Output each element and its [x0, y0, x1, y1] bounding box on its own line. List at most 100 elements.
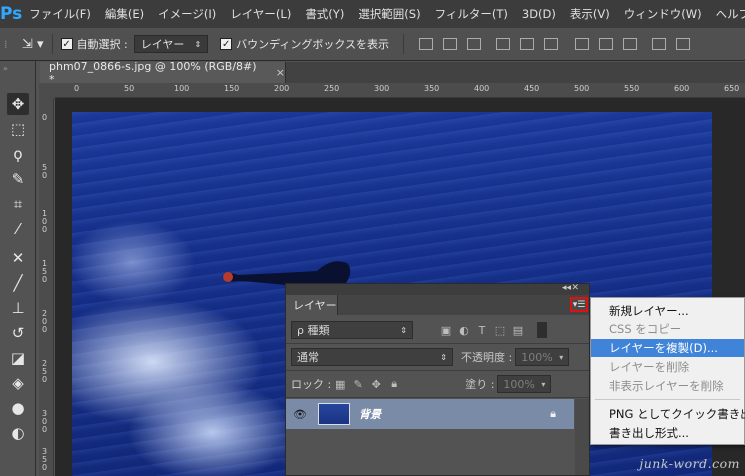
fill-value: 100% — [503, 377, 535, 391]
align-left-icon[interactable] — [496, 38, 511, 50]
healing-brush-tool-icon[interactable]: ✕ — [7, 247, 29, 269]
ruler-tick-label: 500 — [574, 84, 590, 93]
menu-item-duplicate-layer[interactable]: レイヤーを複製(D)... — [591, 339, 744, 357]
adjustment-filter-icon[interactable]: ◐ — [455, 324, 473, 337]
menu-item-delete-hidden-layers[interactable]: 非表示レイヤーを削除 — [591, 377, 744, 395]
crop-tool-icon[interactable]: ⌗ — [7, 193, 29, 215]
pixel-filter-icon[interactable]: ▣ — [437, 324, 455, 337]
visibility-eye-icon[interactable]: 👁︎ — [286, 408, 314, 421]
panel-menu-icon[interactable]: ▾☰ — [570, 297, 588, 312]
menu-view[interactable]: 表示(V) — [563, 6, 617, 22]
distribute-left-icon[interactable] — [652, 38, 667, 50]
menu-window[interactable]: ウィンドウ(W) — [617, 6, 709, 22]
photoshop-logo: Ps — [0, 4, 23, 24]
shape-filter-icon[interactable]: ⬚ — [491, 324, 509, 337]
history-brush-tool-icon[interactable]: ↺ — [7, 322, 29, 344]
move-tool-icon[interactable]: ✥ — [7, 93, 29, 115]
align-bottom-icon[interactable] — [467, 38, 482, 50]
align-top-icon[interactable] — [419, 38, 434, 50]
layers-panel-flyout-menu: 新規レイヤー... CSS をコピー レイヤーを複製(D)... レイヤーを削除… — [590, 297, 745, 445]
distribute-top-icon[interactable] — [575, 38, 590, 50]
menu-layer[interactable]: レイヤー(L) — [223, 6, 298, 22]
ruler-tick-label: 250 — [324, 84, 340, 93]
menu-filter[interactable]: フィルター(T) — [428, 6, 515, 22]
distribute-bottom-icon[interactable] — [623, 38, 638, 50]
lock-icon[interactable]: 🔒︎ — [550, 407, 556, 421]
bounding-box-label: バウンディングボックスを表示 — [236, 38, 390, 51]
document-tab-title: phm07_0866-s.jpg @ 100% (RGB/8#) * — [49, 59, 257, 86]
menu-item-new-layer[interactable]: 新規レイヤー... — [591, 302, 744, 320]
menu-3d[interactable]: 3D(D) — [515, 7, 563, 21]
watermark: junk-word.com — [639, 456, 740, 471]
grip-icon: ⁞ — [4, 37, 8, 51]
ruler-tick-label: 5 0 — [42, 163, 48, 180]
layer-row-background[interactable]: 👁︎ 背景 🔒︎ — [286, 399, 574, 429]
lock-image-icon[interactable]: ✎ — [349, 378, 367, 391]
move-tool-preset-icon[interactable]: ⇲ ▾ — [22, 37, 44, 52]
distribute-hcenter-icon[interactable] — [676, 38, 691, 50]
eyedropper-tool-icon[interactable]: ⁄ — [7, 218, 29, 240]
lock-all-icon[interactable]: 🔒︎ — [385, 377, 403, 391]
paint-bucket-tool-icon[interactable]: ◈ — [7, 372, 29, 394]
vertical-ruler: 0 5 0 1 0 0 1 5 0 2 0 0 2 5 0 3 0 0 3 5 … — [39, 98, 54, 476]
menu-select[interactable]: 選択範囲(S) — [351, 6, 427, 22]
tab-layers[interactable]: レイヤー — [286, 295, 338, 315]
ruler-tick-label: 400 — [474, 84, 490, 93]
menu-item-delete-layer[interactable]: レイヤーを削除 — [591, 358, 744, 376]
lock-position-icon[interactable]: ✥ — [367, 378, 385, 391]
ruler-tick-label: 3 0 0 — [42, 409, 48, 434]
document-tab[interactable]: phm07_0866-s.jpg @ 100% (RGB/8#) * × — [40, 59, 286, 86]
align-hcenter-icon[interactable] — [520, 38, 535, 50]
distribute-vcenter-icon[interactable] — [599, 38, 614, 50]
align-right-icon[interactable] — [544, 38, 559, 50]
ruler-tick-label: 0 — [74, 84, 80, 93]
bounding-box-checkbox[interactable]: ✓ — [220, 38, 233, 50]
blur-tool-icon[interactable]: ● — [7, 397, 29, 419]
menu-image[interactable]: イメージ(I) — [151, 6, 223, 22]
lasso-tool-icon[interactable]: ϙ — [7, 143, 29, 165]
menu-help[interactable]: ヘルプ(H) — [709, 6, 745, 22]
stamp-tool-icon[interactable]: ⊥ — [7, 297, 29, 319]
auto-select-label: 自動選択 : — [76, 38, 128, 51]
ruler-corner — [39, 83, 55, 98]
ruler-tick-label: 3 5 0 — [42, 447, 48, 472]
type-filter-icon[interactable]: T — [473, 324, 491, 337]
expand-icon[interactable]: » — [3, 64, 8, 73]
dodge-tool-icon[interactable]: ◐ — [7, 422, 29, 444]
auto-select-checkbox[interactable]: ✓ — [60, 38, 73, 50]
document-tab-bar: phm07_0866-s.jpg @ 100% (RGB/8#) * × — [40, 59, 745, 86]
brush-tool-icon[interactable]: ╱ — [7, 272, 29, 294]
menu-bar: Ps ファイル(F) 編集(E) イメージ(I) レイヤー(L) 書式(Y) 選… — [0, 0, 745, 28]
filter-toggle[interactable] — [537, 322, 547, 338]
blend-mode-dropdown[interactable]: 通常 ⇕ — [291, 348, 453, 366]
fill-field[interactable]: 100% ▾ — [497, 375, 552, 393]
eraser-tool-icon[interactable]: ◪ — [7, 347, 29, 369]
collapse-icon[interactable]: ◂◂ — [562, 283, 571, 293]
layer-name[interactable]: 背景 — [359, 406, 550, 422]
ruler-tick-label: 150 — [224, 84, 240, 93]
opacity-value: 100% — [521, 350, 553, 364]
auto-select-dropdown[interactable]: レイヤー ⇕ — [133, 35, 209, 53]
close-icon[interactable]: ✕ — [571, 283, 579, 293]
align-vcenter-icon[interactable] — [443, 38, 458, 50]
opacity-label: 不透明度 : — [461, 351, 513, 364]
ruler-tick-label: 2 0 0 — [42, 309, 48, 334]
menu-item-export-as[interactable]: 書き出し形式... — [591, 424, 744, 442]
lock-label: ロック : — [291, 378, 332, 391]
ruler-tick-label: 650 — [724, 84, 740, 93]
kind-filter-dropdown[interactable]: ρ 種類 ⇕ — [291, 321, 413, 339]
menu-item-quick-export-png[interactable]: PNG としてクイック書き出し — [591, 405, 745, 423]
marquee-tool-icon[interactable]: ⬚ — [7, 118, 29, 140]
menu-item-copy-css[interactable]: CSS をコピー — [591, 320, 744, 338]
layers-scrollbar[interactable] — [575, 399, 589, 475]
menu-edit[interactable]: 編集(E) — [98, 6, 151, 22]
smart-object-filter-icon[interactable]: ▤ — [509, 324, 527, 337]
filter-row: ρ 種類 ⇕ ▣ ◐ T ⬚ ▤ — [286, 318, 589, 342]
ruler-tick-label: 2 5 0 — [42, 359, 48, 384]
lock-transparency-icon[interactable]: ▦ — [331, 378, 349, 391]
quick-select-tool-icon[interactable]: ✎ — [7, 168, 29, 190]
close-icon[interactable]: × — [276, 66, 285, 79]
menu-file[interactable]: ファイル(F) — [22, 6, 98, 22]
opacity-field[interactable]: 100% ▾ — [515, 348, 570, 366]
menu-type[interactable]: 書式(Y) — [298, 6, 351, 22]
